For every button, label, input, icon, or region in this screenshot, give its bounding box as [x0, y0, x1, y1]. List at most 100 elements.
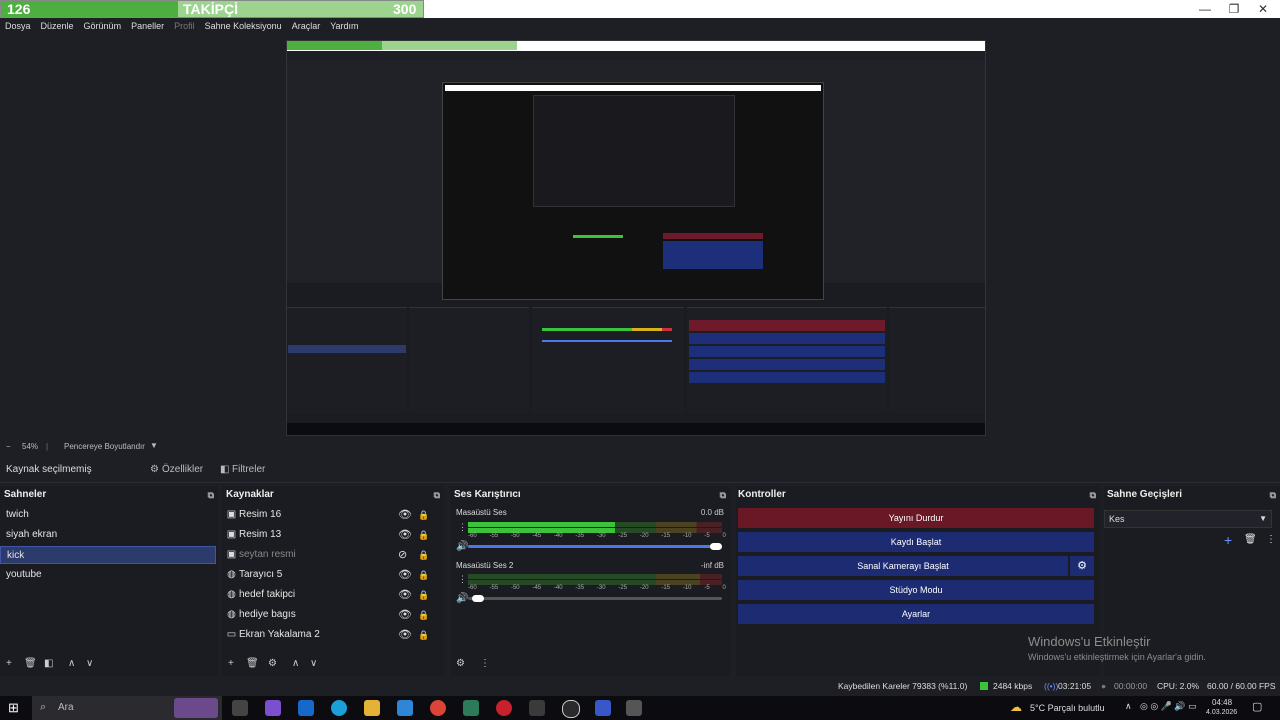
- lock-icon[interactable]: 🔒: [418, 526, 429, 544]
- outlook-icon[interactable]: [298, 700, 314, 716]
- trash-icon[interactable]: 🗑: [24, 658, 37, 669]
- obs-icon[interactable]: [562, 700, 580, 718]
- volume-slider[interactable]: [468, 545, 722, 548]
- close-button[interactable]: ✕: [1248, 0, 1278, 18]
- source-item[interactable]: ▣ Resim 16 👁 🔒: [222, 506, 440, 524]
- eye-icon[interactable]: 👁: [398, 506, 412, 524]
- menu-view[interactable]: Görünüm: [79, 18, 127, 34]
- menu-docks[interactable]: Paneller: [126, 18, 169, 34]
- chevron-up-icon[interactable]: ∧: [292, 658, 299, 669]
- chevron-down-icon[interactable]: ∨: [310, 658, 317, 669]
- app-icon[interactable]: [463, 700, 479, 716]
- source-item[interactable]: ▭ Ekran Yakalama 2 👁 🔒: [222, 626, 440, 644]
- lock-icon[interactable]: 🔒: [418, 586, 429, 604]
- eye-off-icon[interactable]: ⊘: [398, 546, 407, 564]
- chevron-up-icon[interactable]: ∧: [68, 658, 75, 669]
- weather-text[interactable]: 5°C Parçalı bulutlu: [1030, 703, 1105, 713]
- menu-scene-collection[interactable]: Sahne Koleksiyonu: [200, 18, 287, 34]
- source-item[interactable]: ▣ Resim 13 👁 🔒: [222, 526, 440, 544]
- scene-item-selected[interactable]: kick: [0, 546, 216, 564]
- trash-icon[interactable]: 🗑: [246, 658, 259, 669]
- minimize-button[interactable]: —: [1190, 0, 1220, 18]
- zoom-mode-select[interactable]: Pencereye Boyutlandır: [64, 442, 145, 451]
- lock-icon[interactable]: 🔒: [418, 626, 429, 644]
- nested-mixer-dock: [532, 307, 684, 414]
- volume-slider-knob[interactable]: [710, 543, 722, 550]
- chrome-icon[interactable]: [430, 700, 446, 716]
- kebab-icon[interactable]: ⋮: [1266, 534, 1276, 545]
- add-icon[interactable]: +: [6, 658, 12, 669]
- chevron-down-icon[interactable]: ▼: [150, 441, 158, 450]
- source-item[interactable]: ◍ hediye bagıs 👁 🔒: [222, 606, 440, 624]
- undock-icon[interactable]: ⧉: [720, 486, 726, 504]
- eye-icon[interactable]: 👁: [398, 566, 412, 584]
- lock-icon[interactable]: 🔒: [418, 546, 429, 564]
- add-icon[interactable]: +: [1224, 532, 1232, 548]
- eye-icon[interactable]: 👁: [398, 586, 412, 604]
- undock-icon[interactable]: ⧉: [1090, 486, 1096, 504]
- stream-preview[interactable]: [286, 40, 986, 436]
- start-virtual-camera-button[interactable]: Sanal Kamerayı Başlat: [738, 556, 1068, 576]
- tray-icons[interactable]: ◎ ◎ 🎤 🔊 ▭: [1140, 701, 1197, 712]
- app-figure-icon[interactable]: [529, 700, 545, 716]
- start-recording-button[interactable]: Kaydı Başlat: [738, 532, 1094, 552]
- virtual-camera-settings-icon[interactable]: ⚙: [1070, 556, 1094, 576]
- undock-icon[interactable]: ⧉: [1270, 486, 1276, 504]
- volume-slider-knob[interactable]: [472, 595, 484, 602]
- lock-icon[interactable]: 🔒: [418, 566, 429, 584]
- source-item[interactable]: ◍ hedef takipci 👁 🔒: [222, 586, 440, 604]
- lock-icon[interactable]: 🔒: [418, 506, 429, 524]
- studio-mode-button[interactable]: Stüdyo Modu: [738, 580, 1094, 600]
- edge-icon[interactable]: [331, 700, 347, 716]
- gear-icon[interactable]: ⚙: [268, 658, 277, 669]
- eye-icon[interactable]: 👁: [398, 526, 412, 544]
- scene-item[interactable]: youtube: [0, 566, 216, 584]
- undock-icon[interactable]: ⧉: [434, 486, 440, 504]
- properties-button[interactable]: Özellikler: [162, 461, 203, 479]
- zoom-out-button[interactable]: −: [6, 442, 11, 451]
- clock-date[interactable]: 4.03.2026: [1206, 709, 1237, 716]
- menu-profile[interactable]: Profil: [169, 18, 200, 34]
- task-view-icon[interactable]: [232, 700, 248, 716]
- taskbar-search[interactable]: ⌕ Ara: [32, 696, 222, 720]
- filter-icon[interactable]: ◧: [44, 658, 53, 669]
- menu-tools[interactable]: Araçlar: [287, 18, 326, 34]
- scene-item[interactable]: siyah ekran: [0, 526, 216, 544]
- speaker-icon[interactable]: 🔊: [456, 541, 468, 552]
- eye-icon[interactable]: 👁: [398, 606, 412, 624]
- lock-icon[interactable]: 🔒: [418, 606, 429, 624]
- filter-icon: ◧: [220, 464, 230, 475]
- app-active-icon[interactable]: [626, 700, 642, 716]
- undock-icon[interactable]: ⧉: [208, 486, 214, 504]
- menu-help[interactable]: Yardım: [325, 18, 363, 34]
- eye-icon[interactable]: 👁: [398, 626, 412, 644]
- app-blue-icon[interactable]: [595, 700, 611, 716]
- source-item[interactable]: ◍ Tarayıcı 5 👁 🔒: [222, 566, 440, 584]
- menu-file[interactable]: Dosya: [0, 18, 36, 34]
- filters-button[interactable]: Filtreler: [232, 461, 265, 479]
- copilot-icon[interactable]: [265, 700, 281, 716]
- transition-select[interactable]: Kes ▼: [1104, 510, 1272, 528]
- tray-chevron-icon[interactable]: ∧: [1125, 701, 1132, 712]
- windows-start-icon[interactable]: ⊞: [8, 700, 19, 716]
- stop-stream-button[interactable]: Yayını Durdur: [738, 508, 1094, 528]
- trash-icon[interactable]: 🗑: [1244, 534, 1257, 545]
- settings-button[interactable]: Ayarlar: [738, 604, 1094, 624]
- maximize-button[interactable]: ❐: [1219, 0, 1249, 18]
- source-item[interactable]: ▣ seytan resmi ⊘ 🔒: [222, 546, 440, 564]
- add-icon[interactable]: +: [228, 658, 234, 669]
- notification-icon[interactable]: ▢: [1252, 700, 1262, 713]
- kebab-icon[interactable]: ⋮: [458, 574, 467, 585]
- menu-edit[interactable]: Düzenle: [36, 18, 79, 34]
- speaker-icon[interactable]: 🔊: [456, 593, 468, 604]
- scene-item[interactable]: twich: [0, 506, 216, 524]
- kebab-icon[interactable]: ⋮: [480, 658, 490, 669]
- file-explorer-icon[interactable]: [364, 700, 380, 716]
- clock-time[interactable]: 04:48: [1212, 698, 1232, 707]
- store-icon[interactable]: [397, 700, 413, 716]
- app-red-icon[interactable]: [496, 700, 512, 716]
- chevron-down-icon[interactable]: ∨: [86, 658, 93, 669]
- volume-slider[interactable]: [468, 597, 722, 600]
- kebab-icon[interactable]: ⋮: [458, 522, 467, 533]
- gear-icon[interactable]: ⚙: [456, 658, 465, 669]
